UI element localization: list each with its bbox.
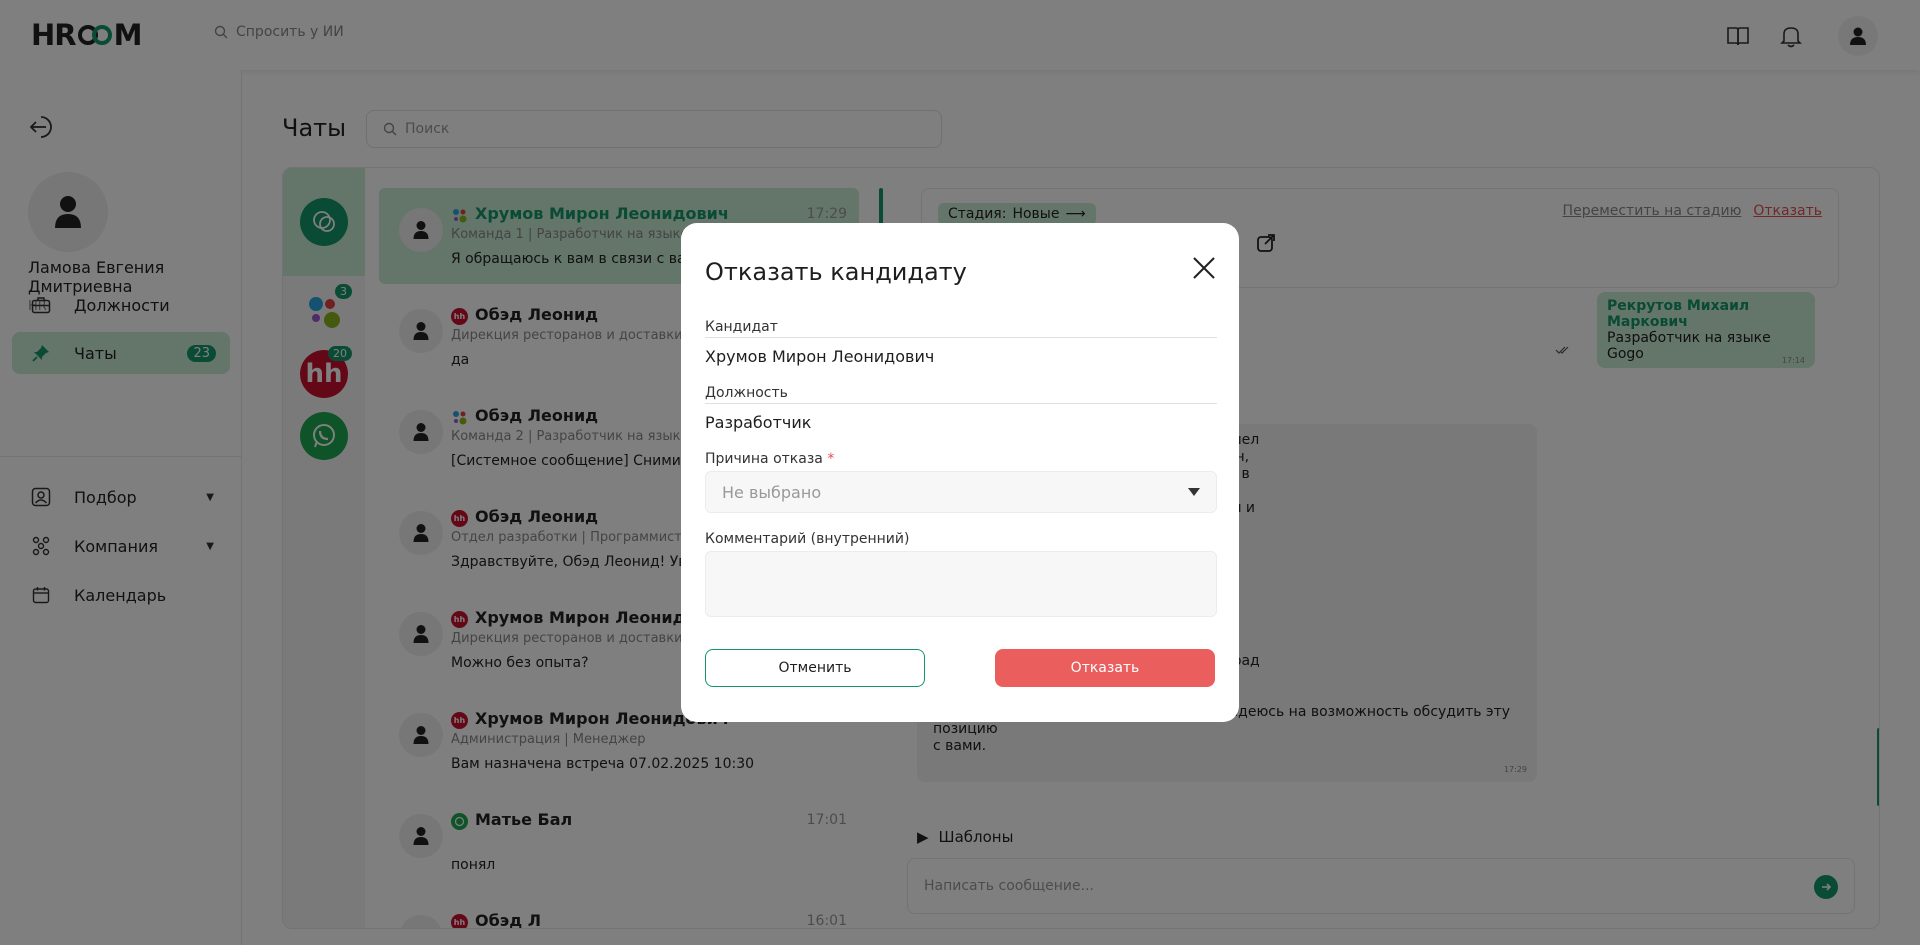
- field-divider: [705, 337, 1217, 338]
- reason-select[interactable]: Не выбрано: [705, 471, 1217, 513]
- position-label: Должность: [705, 385, 788, 401]
- comment-textarea[interactable]: [705, 551, 1217, 617]
- reason-label: Причина отказа *: [705, 451, 834, 467]
- position-value: Разработчик: [705, 413, 812, 432]
- caret-down-icon: [1188, 488, 1200, 496]
- required-asterisk: *: [827, 451, 835, 467]
- close-icon[interactable]: [1191, 255, 1217, 281]
- cancel-button[interactable]: Отменить: [705, 649, 925, 687]
- reason-select-value: Не выбрано: [722, 482, 822, 502]
- reject-candidate-modal: Отказать кандидату Кандидат Хрумов Мирон…: [681, 223, 1239, 722]
- reason-label-text: Причина отказа: [705, 451, 823, 467]
- comment-label: Комментарий (внутренний): [705, 531, 910, 547]
- candidate-label: Кандидат: [705, 319, 778, 335]
- field-divider: [705, 403, 1217, 404]
- modal-title: Отказать кандидату: [705, 258, 967, 286]
- reject-button[interactable]: Отказать: [995, 649, 1215, 687]
- candidate-value: Хрумов Мирон Леонидович: [705, 347, 935, 366]
